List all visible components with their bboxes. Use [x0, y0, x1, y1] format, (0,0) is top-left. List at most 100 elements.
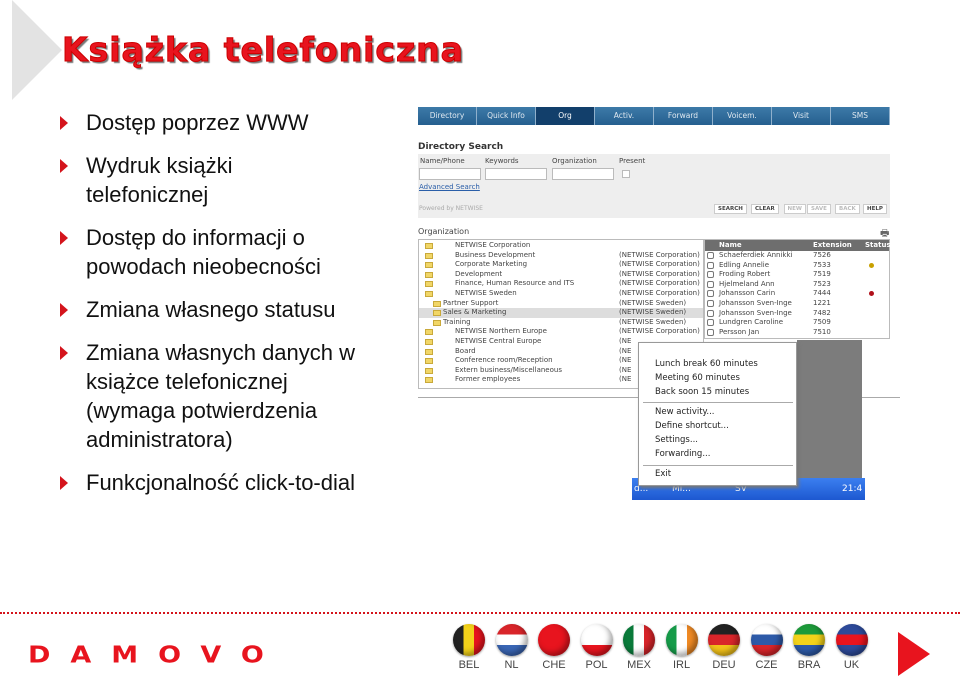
people-row[interactable]: Schaeferdiek Annikki 7526: [705, 251, 889, 261]
present-label: Present: [619, 157, 646, 165]
person-extension: 7444: [813, 289, 831, 298]
tab-visit[interactable]: Visit: [772, 107, 831, 125]
contact-card-icon[interactable]: [707, 252, 714, 259]
people-row[interactable]: Froding Robert 7519: [705, 270, 889, 280]
person-extension: 7482: [813, 308, 831, 317]
flag-bra[interactable]: BRA: [792, 624, 826, 671]
menu-item-forwarding[interactable]: Forwarding...: [655, 449, 710, 459]
organization-label: Organization: [418, 227, 470, 236]
status-indicator-icon: [869, 291, 874, 297]
contact-card-icon[interactable]: [707, 290, 714, 298]
tree-row[interactable]: Development (NETWISE Corporation): [419, 270, 703, 280]
flag-che[interactable]: CHE: [537, 624, 571, 671]
people-row[interactable]: Johansson Sven-Inge 1221: [705, 299, 889, 309]
tab-activ[interactable]: Activ.: [595, 107, 654, 125]
menu-item-settings[interactable]: Settings...: [655, 435, 698, 445]
tab-sms[interactable]: SMS: [831, 107, 890, 125]
bullet-item: Dostęp poprzez WWW: [56, 108, 396, 137]
name-phone-input[interactable]: [419, 168, 481, 180]
folder-icon: [425, 367, 433, 374]
tree-node-parent: (NE: [619, 337, 632, 345]
footer-divider: [0, 612, 960, 614]
keywords-input[interactable]: [485, 168, 547, 180]
people-row[interactable]: Persson Jan 7510: [705, 328, 889, 338]
contact-card-icon[interactable]: [707, 299, 714, 307]
present-checkbox[interactable]: [622, 170, 630, 178]
contact-card-icon[interactable]: [707, 328, 714, 336]
people-row[interactable]: Johansson Sven-Inge 7482: [705, 309, 889, 319]
tree-row[interactable]: Sales & Marketing (NETWISE Sweden): [419, 308, 703, 318]
tree-node-name: Former employees: [455, 375, 521, 384]
person-name: Schaeferdiek Annikki: [719, 251, 793, 259]
tree-row[interactable]: Business Development (NETWISE Corporation…: [419, 251, 703, 261]
clock: 21:4: [842, 484, 863, 494]
organization-input[interactable]: [552, 168, 614, 180]
tab-directory[interactable]: Directory: [418, 107, 477, 125]
search-button[interactable]: SEARCH: [714, 204, 747, 214]
tree-row[interactable]: NETWISE Sweden (NETWISE Corporation): [419, 289, 703, 299]
tree-node-name: Business Development: [455, 250, 536, 259]
flag-uk[interactable]: UK: [835, 624, 869, 671]
tree-row[interactable]: Finance, Human Resource and ITS (NETWISE …: [419, 279, 703, 289]
menu-item-exit[interactable]: Exit: [655, 469, 671, 479]
menu-item-new-activity[interactable]: New activity...: [655, 407, 714, 417]
flag-bel-icon: [453, 624, 485, 656]
tree-row[interactable]: NETWISE Northern Europe (NETWISE Corporat…: [419, 327, 703, 337]
person-extension: 7509: [813, 318, 831, 327]
tree-node-parent: (NE: [619, 346, 632, 355]
back-button[interactable]: BACK: [835, 204, 860, 214]
save-button[interactable]: SAVE: [807, 204, 831, 214]
tree-row[interactable]: Partner Support (NETWISE Sweden): [419, 299, 703, 309]
contact-card-icon[interactable]: [707, 271, 714, 279]
contact-card-icon[interactable]: [707, 261, 714, 269]
flag-mex[interactable]: MEX: [622, 624, 656, 671]
person-name: Johansson Sven-Inge: [719, 308, 792, 317]
flag-pol[interactable]: POL: [580, 624, 614, 671]
tab-voicem[interactable]: Voicem.: [713, 107, 772, 125]
flag-irl[interactable]: IRL: [665, 624, 699, 671]
flag-bel[interactable]: BEL: [452, 624, 486, 671]
people-row[interactable]: Johansson Carin 7444: [705, 289, 889, 299]
tree-node-name: NETWISE Central Europe: [455, 337, 542, 345]
menu-item-lunch-break-60-minutes[interactable]: Lunch break 60 minutes: [655, 359, 758, 369]
tab-quickinfo[interactable]: Quick Info: [477, 107, 536, 125]
menu-item-back-soon-15-minutes[interactable]: Back soon 15 minutes: [655, 387, 749, 397]
tree-node-parent: (NETWISE Sweden): [619, 308, 687, 317]
next-arrow-icon[interactable]: [898, 632, 930, 676]
flag-bra-icon: [793, 624, 825, 656]
folder-icon: [433, 300, 441, 307]
tree-node-name: NETWISE Sweden: [455, 289, 517, 297]
contact-card-icon[interactable]: [707, 280, 714, 288]
tab-forward[interactable]: Forward: [654, 107, 713, 125]
tab-org[interactable]: Org: [536, 107, 595, 125]
clear-button[interactable]: CLEAR: [751, 204, 779, 214]
contact-card-icon[interactable]: [707, 309, 714, 317]
column-extension[interactable]: Extension: [813, 240, 852, 251]
people-row[interactable]: Hjelmeland Ann 7523: [705, 280, 889, 290]
new-button[interactable]: NEW: [783, 204, 806, 214]
person-extension: 7510: [813, 327, 831, 336]
column-name[interactable]: Name: [719, 240, 742, 251]
tree-node-parent: (NETWISE Corporation): [619, 260, 700, 269]
tree-row[interactable]: Corporate Marketing (NETWISE Corporation): [419, 260, 703, 270]
flag-cze[interactable]: CZE: [750, 624, 784, 671]
menu-item-define-shortcut[interactable]: Define shortcut...: [655, 421, 729, 431]
flag-uk-icon: [835, 624, 868, 656]
menu-item-meeting-60-minutes[interactable]: Meeting 60 minutes: [655, 373, 740, 383]
tree-node-name: Sales & Marketing: [443, 308, 507, 317]
contact-card-icon[interactable]: [707, 319, 714, 327]
column-status[interactable]: Status: [865, 240, 891, 251]
advanced-search-link[interactable]: Advanced Search: [419, 183, 480, 191]
help-button[interactable]: HELP: [863, 204, 887, 214]
flag-label: NL: [504, 659, 519, 671]
flag-label: CHE: [542, 659, 566, 671]
flag-nl[interactable]: NL: [495, 624, 529, 671]
tree-row[interactable]: NETWISE Corporation: [419, 241, 703, 251]
people-row[interactable]: Edling Annelie 7533: [705, 261, 889, 271]
tree-node-parent: (NETWISE Corporation): [619, 327, 700, 336]
people-row[interactable]: Lundgren Caroline 7509: [705, 318, 889, 328]
bullet-item: Zmiana własnych danych w książce telefon…: [56, 338, 356, 454]
tree-row[interactable]: Training (NETWISE Sweden): [419, 318, 703, 328]
flag-deu[interactable]: DEU: [707, 624, 741, 671]
tree-node-name: Partner Support: [443, 298, 499, 307]
